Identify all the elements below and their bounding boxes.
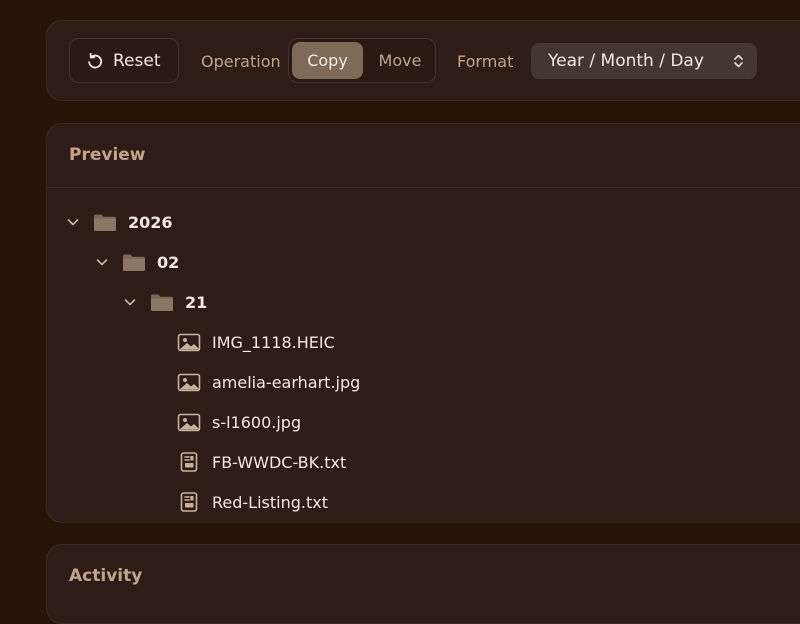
operation-move-option[interactable]: Move (367, 42, 433, 79)
preview-panel: Preview 2026 02 21 IMG_1118.HEIC amelia-… (46, 123, 800, 523)
tree-file[interactable]: s-l1600.jpg (177, 408, 301, 436)
toolbar: Reset Operation Copy Move Format Year / … (46, 20, 800, 101)
text-file-icon (177, 452, 201, 472)
tree-file[interactable]: FB-WWDC-BK.txt (177, 448, 346, 476)
file-name: amelia-earhart.jpg (212, 372, 361, 392)
folder-name-month: 02 (157, 252, 180, 272)
folder-icon (122, 252, 146, 272)
chevron-down-icon[interactable] (122, 294, 138, 310)
image-file-icon (177, 412, 201, 432)
folder-icon (150, 292, 174, 312)
tree-folder-day[interactable]: 21 (122, 288, 207, 316)
activity-panel: Activity (46, 544, 800, 624)
reset-button[interactable]: Reset (69, 38, 179, 83)
tree-file[interactable]: IMG_1118.HEIC (177, 328, 335, 356)
tree-folder-month[interactable]: 02 (94, 248, 179, 276)
file-name: Red-Listing.txt (212, 492, 328, 512)
image-file-icon (177, 372, 201, 392)
format-label: Format (457, 52, 514, 71)
folder-icon (93, 212, 117, 232)
activity-title: Activity (69, 566, 143, 586)
tree-file[interactable]: amelia-earhart.jpg (177, 368, 360, 396)
chevron-up-down-icon (733, 53, 744, 69)
preview-title: Preview (69, 145, 146, 165)
preview-header: Preview (47, 124, 800, 188)
reset-icon (86, 52, 104, 70)
tree-folder-year[interactable]: 2026 (65, 208, 173, 236)
operation-segmented-control: Copy Move (288, 38, 436, 83)
reset-label: Reset (113, 50, 161, 71)
file-name: IMG_1118.HEIC (212, 332, 335, 352)
format-select-value: Year / Month / Day (548, 51, 704, 71)
chevron-down-icon[interactable] (65, 214, 81, 230)
folder-name-year: 2026 (128, 212, 173, 232)
file-name: s-l1600.jpg (212, 412, 302, 432)
chevron-down-icon[interactable] (94, 254, 110, 270)
format-select[interactable]: Year / Month / Day (531, 43, 757, 79)
folder-name-day: 21 (185, 292, 208, 312)
file-name: FB-WWDC-BK.txt (212, 452, 347, 472)
operation-copy-option[interactable]: Copy (292, 42, 363, 79)
text-file-icon (177, 492, 201, 512)
image-file-icon (177, 332, 201, 352)
tree-file[interactable]: Red-Listing.txt (177, 488, 328, 516)
operation-label: Operation (201, 52, 281, 71)
